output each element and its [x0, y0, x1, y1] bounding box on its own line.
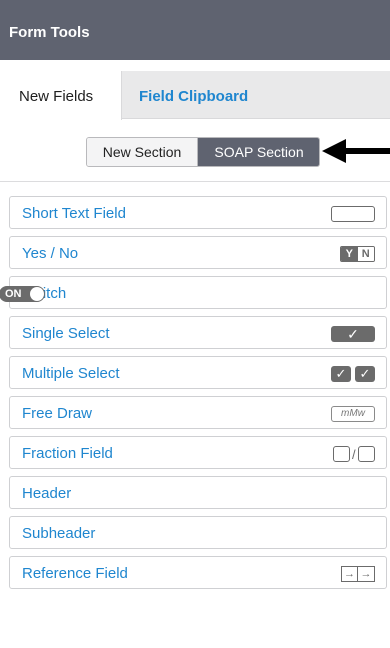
tab-bar: New Fields Field Clipboard	[0, 71, 390, 120]
field-label: Single Select	[22, 325, 110, 342]
field-label: Free Draw	[22, 405, 93, 422]
arrow-left-icon	[322, 139, 390, 163]
field-free-draw[interactable]: Free Draw mMw	[9, 396, 387, 429]
text-field-icon	[331, 206, 375, 222]
reference-icon: → →	[341, 566, 375, 582]
yes-no-icon: YN	[340, 246, 375, 262]
field-short-text[interactable]: Short Text Field	[9, 196, 387, 229]
section-toggle: New Section SOAP Section	[86, 137, 320, 167]
single-check-icon: ✓	[331, 326, 375, 342]
tab-field-clipboard[interactable]: Field Clipboard	[139, 88, 248, 105]
field-fraction[interactable]: Fraction Field /	[9, 436, 387, 469]
field-label: Fraction Field	[22, 445, 113, 462]
tab-new-fields[interactable]: New Fields	[0, 71, 122, 120]
header-title: Form Tools	[9, 24, 90, 41]
form-tools-header: Form Tools	[0, 0, 390, 60]
tab-new-fields-label: New Fields	[19, 88, 94, 105]
field-reference[interactable]: Reference Field → →	[9, 556, 387, 589]
field-label: Short Text Field	[22, 205, 126, 222]
field-single-select[interactable]: Single Select ✓	[9, 316, 387, 349]
fraction-icon: /	[333, 446, 375, 462]
draw-icon: mMw	[331, 406, 375, 422]
field-switch[interactable]: Switch ON	[0, 276, 387, 309]
field-header[interactable]: Header	[9, 476, 387, 509]
new-section-button[interactable]: New Section	[87, 138, 198, 166]
field-multiple-select[interactable]: Multiple Select ✓ ✓	[9, 356, 387, 389]
field-label: Multiple Select	[22, 365, 120, 382]
field-label: Reference Field	[22, 565, 128, 582]
field-label: Yes / No	[22, 245, 79, 262]
switch-icon: ON	[0, 286, 45, 302]
field-subheader[interactable]: Subheader	[9, 516, 387, 549]
divider	[0, 181, 390, 182]
field-label: Header	[22, 485, 72, 502]
field-yes-no[interactable]: Yes / No YN	[9, 236, 387, 269]
multi-check-icon: ✓ ✓	[331, 366, 375, 382]
field-list: Short Text Field Yes / No YN Switch ON S…	[0, 196, 387, 596]
soap-section-button[interactable]: SOAP Section	[198, 138, 319, 166]
field-label: Subheader	[22, 525, 96, 542]
